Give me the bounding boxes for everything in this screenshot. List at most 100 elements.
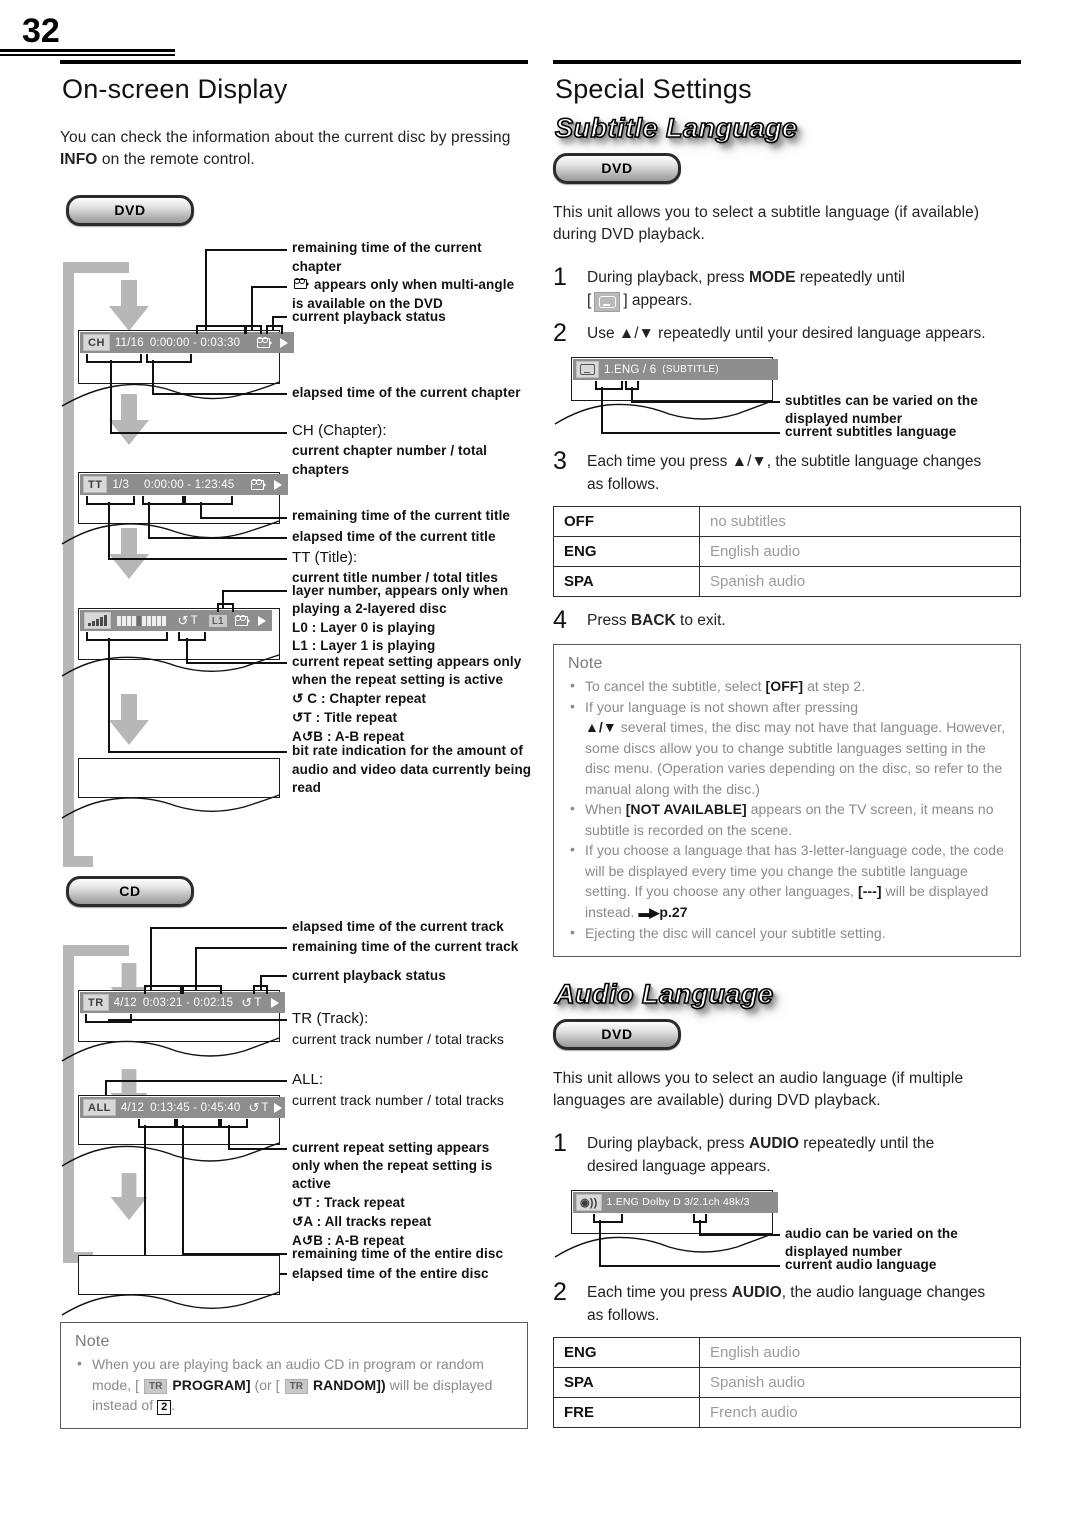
osd-counter-all: 4/12 [120, 1101, 145, 1114]
bracket-tr-elapsed [144, 985, 182, 994]
osd-play-icon-tr [271, 997, 279, 1008]
audio-step-2-body: Each time you press AUDIO, the audio lan… [587, 1281, 1021, 1327]
audio-step-1d: desired language appears. [587, 1157, 771, 1175]
label-remaining-chapter: remaining time of the current chapter [292, 240, 482, 274]
flow-rail-vertical [63, 262, 74, 867]
audio-desc-1: Spanish audio [699, 1366, 1021, 1398]
label-repeat-dvd-2: when the repeat setting is active [292, 672, 504, 687]
left-note-1b: PROGRAM] [168, 1376, 251, 1393]
note-1-off: [OFF] [765, 678, 804, 694]
table-row: OFF no subtitles [553, 506, 1021, 537]
audio-intro: This unit allows you to select an audio … [553, 1069, 964, 1109]
loop-icon-t: ↺ [292, 710, 304, 725]
label-layer-2: playing a 2-layered disc [292, 601, 447, 616]
callout-audio-current-line [599, 1264, 780, 1267]
subtitle-note-item-1: To cancel the subtitle, select [OFF] at … [568, 675, 1006, 697]
label-repeat-cd-1: current repeat setting appears [292, 1140, 490, 1155]
left-note-title: Note [75, 1333, 110, 1350]
audio-language-table-body: ENG English audio SPA Spanish audio FRE Fre… [553, 1336, 1021, 1428]
label-repeat-cd-2: only when the repeat setting is [292, 1158, 493, 1173]
label-remaining-disc: remaining time of the entire disc [292, 1246, 504, 1261]
tag-tr-program: TR [143, 1379, 168, 1395]
label-repeat-dvd-c: ↺ C : Chapter repeat [292, 690, 534, 709]
osd-bar-ch: CH 11/16 0:00:00 - 0:03:30 [80, 332, 295, 353]
note-3a: When [585, 801, 626, 817]
note-1a: To cancel the subtitle, select [585, 678, 766, 694]
callout-line-remaining-chapter-v [205, 249, 208, 332]
loop-icon-cd-t: ↺ [292, 1195, 304, 1210]
osd-angle-icon-ch [257, 337, 273, 348]
osd-repeat-mode-tr: T [254, 996, 262, 1009]
callout-audio-current-v [599, 1219, 602, 1267]
callout-line-remaining-chapter [205, 249, 287, 252]
subtitle-step-3-number: 3 [553, 447, 567, 475]
bitrate-blocks [117, 615, 166, 626]
osd-counter-ch: 11/16 [114, 336, 144, 349]
callout-subtitle-varied-line [631, 401, 780, 404]
osd-time-tr: 0:03:21 - 0:02:15 [142, 996, 234, 1009]
flow-arrow-4 [108, 694, 150, 751]
subtitle-language-table-body: OFF no subtitles ENG English audio SPA Span… [553, 506, 1021, 597]
table-row: ENG English audio [553, 1336, 1021, 1368]
subtitle-step-2-number: 2 [553, 319, 567, 347]
osd-play-icon-ch [280, 337, 289, 348]
subtitle-note-box: Note To cancel the subtitle, select [OFF… [553, 644, 1021, 957]
label-elapsed-chapter: elapsed time of the current chapter [292, 385, 521, 400]
bracket-all-repeat [220, 1119, 248, 1128]
subtitle-step-3: 3 Each time you press ▲/▼, the subtitle … [553, 447, 1021, 496]
osd-bar-tt: TT 1/3 0:00:00 - 1:23:45 [80, 474, 289, 495]
note-4-dashes: [---] [858, 883, 882, 899]
left-intro-a: You can check the information about the … [60, 129, 511, 146]
osd-bar-tr: TR 4/12 0:03:21 - 0:02:15 ↺ T [80, 992, 285, 1013]
cd-badge-wrap: CD [66, 876, 528, 907]
bracket-ch-counter [86, 354, 142, 363]
osd-tag-ch: CH [83, 334, 110, 351]
bracket-tr-status [253, 985, 268, 994]
subtitle-note-item-3: When [NOT AVAILABLE] appears on the TV s… [568, 798, 1006, 840]
page-rule-bottom [0, 54, 175, 56]
bracket-ch-status [266, 325, 283, 334]
audio-code-2: FRE [553, 1396, 700, 1428]
audio-step-1-body: During playback, press AUDIO repeatedly … [587, 1132, 1021, 1178]
subtitle-osd-suffix: (SUBTITLE) [662, 364, 719, 375]
subtitle-step-4: 4 Press BACK to exit. [553, 608, 1021, 633]
subtitle-step-3a: Each time you press ▲/▼, the subtitle la… [587, 453, 982, 470]
back-key: BACK [630, 612, 676, 629]
subtitle-language-table: OFF no subtitles ENG English audio SPA Span… [553, 506, 1021, 597]
bracket-tt-remaining [184, 496, 233, 505]
loop-icon-c: ↺ [292, 691, 304, 706]
subtitle-note-list: To cancel the subtitle, select [OFF] at … [568, 675, 1006, 944]
callout-elapsed-title-v [148, 502, 151, 539]
callout-repeat-dvd-v [186, 638, 189, 664]
left-heading-rule [60, 60, 528, 64]
callout-audio-varied-line [699, 1233, 780, 1236]
callout-tt-title-v [108, 502, 111, 560]
note-2-arrows: ▲/▼ [585, 719, 617, 735]
boxed-number-2: 2 [157, 1399, 172, 1415]
audio-desc-2: French audio [699, 1396, 1021, 1428]
table-row: FRE French audio [553, 1396, 1021, 1428]
subtitle-step-1-number: 1 [553, 263, 567, 291]
camera-angle-icon [294, 278, 309, 289]
subtitle-note-title: Note [568, 655, 603, 672]
callout-remaining-track-line [195, 947, 287, 950]
label-audio-current: current audio language [785, 1256, 937, 1272]
bracket-subtitle-lang [595, 381, 623, 390]
subtitle-code-0: OFF [553, 506, 700, 537]
osd-time-all: 0:13:45 - 0:45:40 [150, 1101, 241, 1114]
cd-flow-rail-vertical [63, 945, 74, 1263]
label-playback-status: current playback status [292, 309, 446, 324]
label-audio-varied-1: audio can be varied on the [785, 1225, 958, 1241]
subtitle-step-1-body: During playback, press MODE repeatedly u… [587, 266, 1021, 312]
callout-audio-varied-v [699, 1219, 702, 1236]
label-repeat-dvd-c-text: C : Chapter repeat [307, 691, 427, 706]
audio-language-table: ENG English audio SPA Spanish audio FRE Fre… [553, 1336, 1021, 1428]
callout-remaining-title-line [200, 517, 287, 520]
flow-rail-bottom [63, 856, 93, 867]
subtitle-step-2: 2 Use ▲/▼ repeatedly until your desired … [553, 319, 1021, 347]
bracket-tr-remaining [182, 985, 222, 994]
label-elapsed-title: elapsed time of the current title [292, 529, 496, 544]
subtitle-step-1a: During playback, press [587, 269, 749, 286]
page-number: 32 [22, 12, 60, 50]
osd-bar-bitrate: ↺ T L1 [80, 610, 272, 631]
